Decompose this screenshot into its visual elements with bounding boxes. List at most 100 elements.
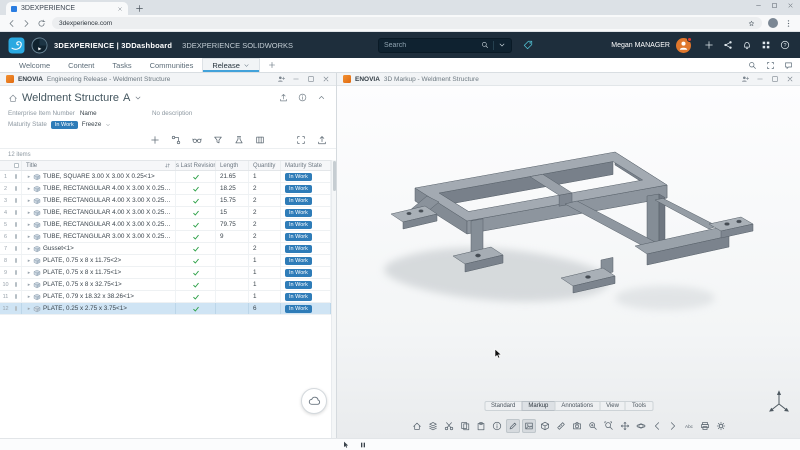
- expand-icon[interactable]: ▸: [26, 234, 32, 240]
- help-icon[interactable]: ?: [780, 40, 790, 50]
- table-row[interactable]: 12▸PLATE, 0.25 x 2.75 x 3.75<1>6In Work: [0, 303, 331, 315]
- expand-icon[interactable]: ▸: [26, 306, 32, 312]
- maximize-icon[interactable]: [307, 75, 315, 83]
- table-row[interactable]: 4▸TUBE, RECTANGULAR 4.00 X 3.00 X 0.25<2…: [0, 207, 331, 219]
- expand-icon[interactable]: ▸: [26, 174, 32, 180]
- expand-icon[interactable]: ▸: [26, 210, 32, 216]
- person-plus-icon[interactable]: [741, 75, 749, 83]
- search-input[interactable]: [384, 42, 477, 49]
- sort-icon[interactable]: [164, 162, 171, 169]
- browser-profile-avatar[interactable]: [768, 18, 778, 28]
- box-icon[interactable]: [538, 419, 552, 433]
- part-title[interactable]: TUBE, RECTANGULAR 4.00 X 3.00 X 0.25<4>: [43, 221, 171, 228]
- view-tab-annotations[interactable]: Annotations: [554, 401, 600, 411]
- zoom-in-icon[interactable]: [586, 419, 600, 433]
- table-row[interactable]: 5▸TUBE, RECTANGULAR 4.00 X 3.00 X 0.25<4…: [0, 219, 331, 231]
- table-row[interactable]: 1▸TUBE, SQUARE 3.00 X 3.00 X 0.25<1>21.6…: [0, 171, 331, 183]
- part-title[interactable]: PLATE, 0.75 x 8 x 11.75<1>: [43, 269, 171, 276]
- forward-icon[interactable]: [666, 419, 680, 433]
- table-row[interactable]: 11▸PLATE, 0.79 x 18.32 x 38.26<1>1In Wor…: [0, 291, 331, 303]
- expand-icon[interactable]: ▸: [26, 186, 32, 192]
- print-icon[interactable]: [698, 419, 712, 433]
- filter-icon[interactable]: [213, 135, 223, 145]
- tab-tasks[interactable]: Tasks: [103, 58, 140, 72]
- cursor-icon[interactable]: [342, 441, 350, 449]
- part-title[interactable]: Gusset<1>: [43, 245, 171, 252]
- row-checkbox[interactable]: [11, 183, 22, 194]
- table-row[interactable]: 3▸TUBE, RECTANGULAR 4.00 X 3.00 X 0.25<8…: [0, 195, 331, 207]
- search-options-icon[interactable]: [498, 41, 506, 49]
- part-name[interactable]: Weldment Structure: [22, 92, 119, 104]
- part-title[interactable]: PLATE, 0.25 x 2.75 x 3.75<1>: [43, 305, 171, 312]
- expand-icon[interactable]: ▸: [26, 282, 32, 288]
- glasses-icon[interactable]: [192, 135, 202, 145]
- url-field[interactable]: 3dexperience.com: [52, 17, 762, 29]
- export-icon[interactable]: [279, 93, 288, 102]
- image-icon[interactable]: [522, 419, 536, 433]
- plus-icon[interactable]: [704, 40, 714, 50]
- part-title[interactable]: TUBE, SQUARE 3.00 X 3.00 X 0.25<1>: [43, 173, 171, 180]
- part-title[interactable]: TUBE, RECTANGULAR 3.00 X 3.00 X 0.25<10>: [43, 233, 171, 240]
- weldment-3d-model[interactable]: [365, 100, 765, 360]
- view-tab-tools[interactable]: Tools: [625, 401, 653, 411]
- table-row[interactable]: 6▸TUBE, RECTANGULAR 3.00 X 3.00 X 0.25<1…: [0, 231, 331, 243]
- close-icon[interactable]: [786, 75, 794, 83]
- fullscreen-icon[interactable]: [296, 135, 306, 145]
- home-icon[interactable]: [8, 93, 18, 103]
- fullscreen-icon[interactable]: [766, 61, 775, 70]
- row-checkbox[interactable]: [11, 243, 22, 254]
- col-quantity[interactable]: Quantity: [249, 161, 281, 170]
- user-name[interactable]: Megan MANAGER: [611, 42, 670, 49]
- table-row[interactable]: 9▸PLATE, 0.75 x 8 x 11.75<1>1In Work: [0, 267, 331, 279]
- row-checkbox[interactable]: [11, 195, 22, 206]
- tag-icon[interactable]: [523, 40, 533, 50]
- cut-icon[interactable]: [442, 419, 456, 433]
- magnifier-icon[interactable]: [748, 61, 757, 70]
- row-checkbox[interactable]: [11, 231, 22, 242]
- pan-icon[interactable]: [618, 419, 632, 433]
- window-close-icon[interactable]: [787, 2, 794, 9]
- plus-icon[interactable]: [150, 135, 160, 145]
- view-tab-standard[interactable]: Standard: [484, 401, 522, 411]
- back-icon[interactable]: [7, 19, 16, 28]
- forward-icon[interactable]: [22, 19, 31, 28]
- part-title[interactable]: PLATE, 0.79 x 18.32 x 38.26<1>: [43, 293, 171, 300]
- info-icon[interactable]: [298, 93, 307, 102]
- row-checkbox[interactable]: [11, 303, 22, 314]
- route-icon[interactable]: [171, 135, 181, 145]
- flask-icon[interactable]: [234, 135, 244, 145]
- 3d-viewport[interactable]: StandardMarkupAnnotationsViewTools Abc: [337, 86, 800, 438]
- apps-icon[interactable]: [761, 40, 771, 50]
- tab-close-icon[interactable]: [117, 6, 123, 12]
- maximize-icon[interactable]: [771, 75, 779, 83]
- minus-icon[interactable]: [756, 75, 764, 83]
- browser-tab[interactable]: 3DEXPERIENCE: [6, 2, 128, 15]
- revision-chevron-icon[interactable]: [134, 94, 142, 102]
- layers-icon[interactable]: [426, 419, 440, 433]
- share-fab-button[interactable]: [301, 388, 327, 414]
- tab-content[interactable]: Content: [59, 58, 103, 72]
- part-title[interactable]: PLATE, 0.75 x 8 x 11.75<2>: [43, 257, 171, 264]
- part-title[interactable]: TUBE, RECTANGULAR 4.00 X 3.00 X 0.25<7>: [43, 185, 171, 192]
- freeze-action[interactable]: Freeze: [82, 121, 102, 128]
- part-title[interactable]: TUBE, RECTANGULAR 4.00 X 3.00 X 0.25<8>: [43, 197, 171, 204]
- window-maximize-icon[interactable]: [771, 2, 778, 9]
- copy-icon[interactable]: [458, 419, 472, 433]
- compass-icon[interactable]: [31, 37, 48, 54]
- minus-icon[interactable]: [292, 75, 300, 83]
- row-checkbox[interactable]: [11, 207, 22, 218]
- paste-icon[interactable]: [474, 419, 488, 433]
- measure-icon[interactable]: [554, 419, 568, 433]
- table-row[interactable]: 8▸PLATE, 0.75 x 8 x 11.75<2>1In Work: [0, 255, 331, 267]
- part-title[interactable]: TUBE, RECTANGULAR 4.00 X 3.00 X 0.25<2>: [43, 209, 171, 216]
- expand-icon[interactable]: ▸: [26, 294, 32, 300]
- table-row[interactable]: 2▸TUBE, RECTANGULAR 4.00 X 3.00 X 0.25<7…: [0, 183, 331, 195]
- pen-icon[interactable]: [506, 419, 520, 433]
- expand-icon[interactable]: ▸: [26, 270, 32, 276]
- global-search[interactable]: [378, 38, 512, 53]
- tab-welcome[interactable]: Welcome: [10, 58, 59, 72]
- maturity-state-badge[interactable]: In Work: [51, 121, 78, 129]
- pause-icon[interactable]: [359, 441, 367, 449]
- table-row[interactable]: 10▸PLATE, 0.75 x 8 x 32.75<1>1In Work: [0, 279, 331, 291]
- part-title[interactable]: PLATE, 0.75 x 8 x 32.75<1>: [43, 281, 171, 288]
